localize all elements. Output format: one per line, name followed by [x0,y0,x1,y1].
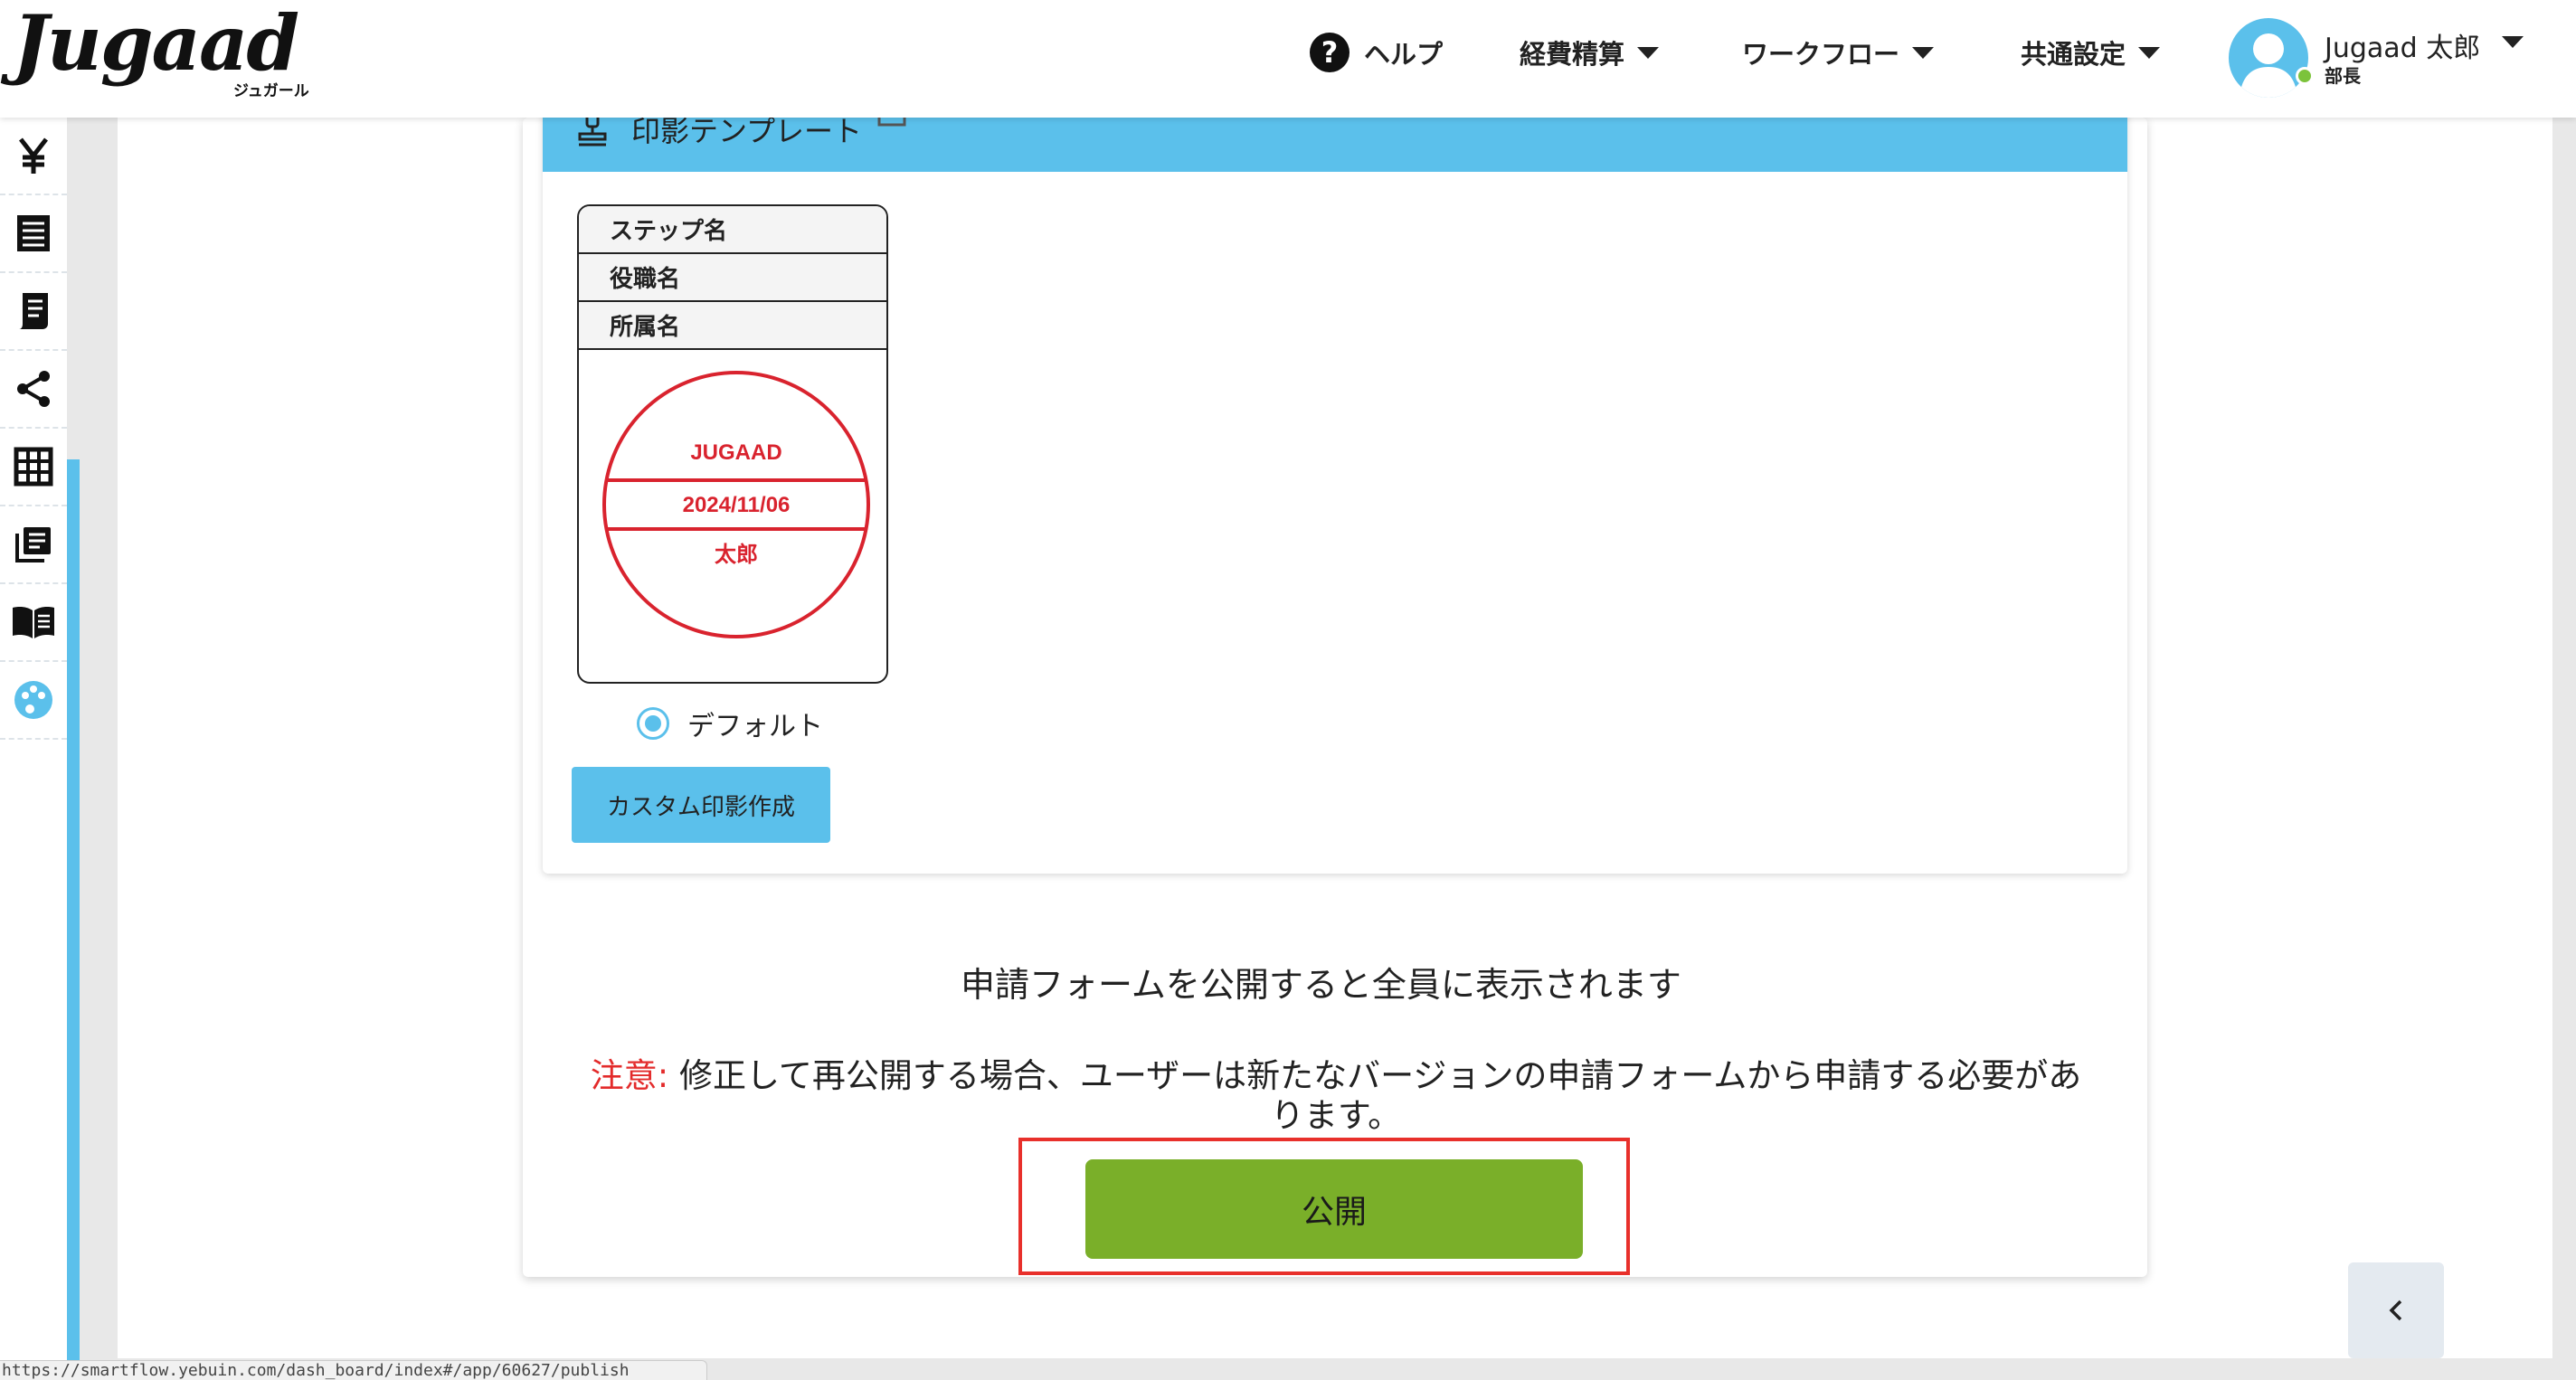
grid-icon [14,447,53,487]
seal-date: 2024/11/06 [683,493,791,517]
nav-common-settings[interactable]: 共通設定 [2021,0,2161,105]
sidebar-item-manual[interactable] [0,584,67,662]
sidebar-item-table[interactable] [0,429,67,506]
chevron-left-icon [2389,1300,2402,1321]
nav-workflow[interactable]: ワークフロー [1742,0,1935,105]
receipt-icon [19,293,48,329]
nav-help-label: ヘルプ [1364,39,1444,70]
publish-warning: 注意: 修正して再公開する場合、ユーザーは新たなバージョンの申請フォームから申請… [579,1056,2093,1136]
online-status-dot [2296,67,2314,85]
collapse-panel-button[interactable] [2348,1262,2444,1358]
chevron-down-icon[interactable] [2502,36,2524,48]
warning-label: 注意: [590,1056,669,1095]
default-stamp-radio[interactable] [637,707,669,740]
right-gutter [2552,118,2576,1380]
help-icon: ? [1310,33,1350,72]
seal-name: JUGAAD [690,440,781,465]
chevron-down-icon [1912,46,1935,59]
avatar[interactable] [2229,18,2308,98]
chevron-down-icon [1637,46,1660,59]
stamp-row-step: ステップ名 [579,206,886,254]
book-icon [13,607,54,638]
stamp-row-department: 所属名 [579,302,886,350]
library-icon [15,527,51,562]
sidebar [0,118,67,1380]
sidebar-item-receipt[interactable] [0,273,67,351]
list-icon [17,215,50,251]
sidebar-item-list[interactable] [0,195,67,273]
nav-workflow-label: ワークフロー [1742,39,1900,70]
create-custom-stamp-button[interactable]: カスタム印影作成 [572,767,830,843]
user-role: 部長 [2325,65,2361,87]
logo-subtext: ジュガール [233,82,309,100]
publish-notice: 申請フォームを公開すると全員に表示されます [961,965,1681,1005]
seal-person: 太郎 [715,542,758,567]
nav-help[interactable]: ? ヘルプ [1310,0,1443,105]
sidebar-item-expense[interactable] [0,118,67,195]
sidebar-item-design[interactable] [0,662,67,740]
default-stamp-label: デフォルト [687,711,823,742]
share-icon [17,371,50,407]
nav-expense-label: 経費精算 [1520,39,1625,70]
sidebar-item-library[interactable] [0,506,67,584]
stamp-icon [578,112,607,147]
sidebar-scroll-accent [67,459,80,1380]
stamp-row-title: 役職名 [579,254,886,302]
nav-expense[interactable]: 経費精算 [1520,0,1660,105]
warning-text: 修正して再公開する場合、ユーザーは新たなバージョンの申請フォームから申請する必要… [668,1056,2082,1135]
app-logo[interactable]: Jugaad ジュガール [13,0,309,101]
publish-button[interactable]: 公開 [1085,1159,1583,1259]
palette-icon [14,681,52,719]
seal-stamp: JUGAAD 2024/11/06 太郎 [602,371,870,638]
chevron-down-icon [2138,46,2161,59]
user-name[interactable]: Jugaad 太郎 [2325,25,2480,65]
user-silhouette-icon [2240,33,2297,98]
status-bar-url: https://smartflow.yebuin.com/dash_board/… [0,1360,707,1380]
yen-icon [19,137,48,174]
sidebar-item-share[interactable] [0,351,67,429]
stamp-preview-card[interactable]: ステップ名 役職名 所属名 JUGAAD 2024/11/06 太郎 [577,204,888,684]
nav-common-settings-label: 共通設定 [2021,39,2126,70]
logo-text: Jugaad [13,0,299,88]
top-header: Jugaad ジュガール ? ヘルプ 経費精算 ワークフロー 共通設定 Juga… [0,0,2576,118]
